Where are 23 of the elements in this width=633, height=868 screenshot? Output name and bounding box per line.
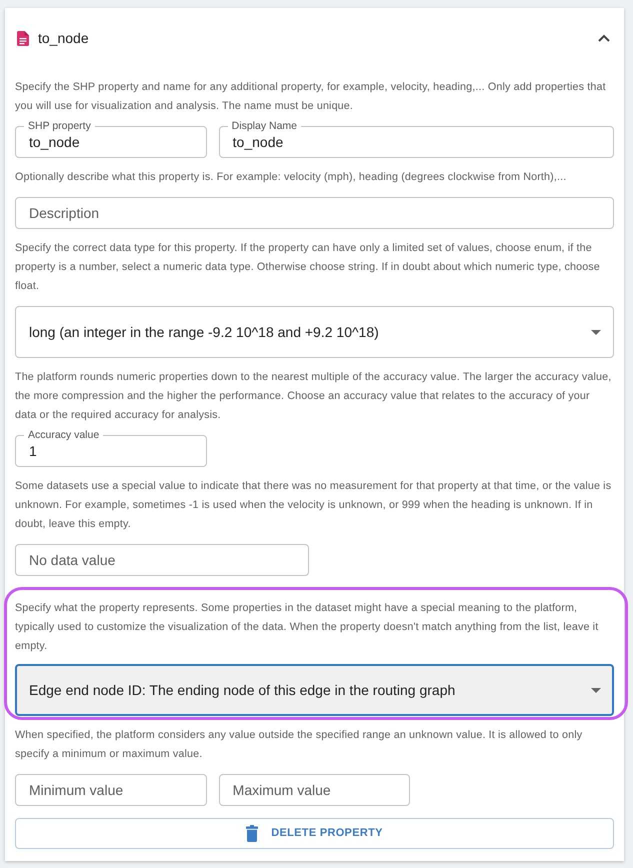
select-field[interactable]: Edge end node ID: The ending node of this edge in the routing graph <box>15 664 614 716</box>
help-text: When specified, the platform considers any value outside the specified range an unknown value. It is allowed to only specify a minimum or maximum value. <box>15 728 584 762</box>
help-text: Specify what the property represents. Some properties in the dataset might have a special meaning to the platform, typically used to customize the visualization of the data. When the property doesn't match anything from the list, leave it empty. <box>15 601 600 654</box>
help-text: Specify the correct data type for this property. If the property can have only a limited set of values, choose enum, if the property is a number, select a numeric data type. Otherwise choose string. If in doubt about which numeric type, choose float. <box>15 241 601 294</box>
help-text: Optionally describe what this property is. For example: velocity (mph), heading (degrees clockwise from North),... <box>15 170 568 185</box>
document-icon <box>17 30 29 46</box>
chevron-up-icon[interactable] <box>598 34 610 42</box>
text-input-field[interactable]: No data value <box>15 544 308 576</box>
text-input-field[interactable]: Minimum value <box>15 774 207 806</box>
select-field[interactable]: long (an integer in the range -9.2 10^18 and +9.2 10^18) <box>15 306 614 358</box>
caret-down-icon <box>591 688 601 692</box>
text-input-field[interactable]: Display Name to_node <box>218 121 614 158</box>
text-input-field[interactable]: Maximum value <box>218 774 410 806</box>
delete-property-button[interactable]: DELETE PROPERTY <box>15 818 614 849</box>
caret-down-icon <box>591 330 601 334</box>
help-text: The platform rounds numeric properties down to the nearest multiple of the accuracy value. The larger the accuracy value, the more compression and the higher the performance. Choose an accuracy value that relates to the accuracy of your data or the required accuracy for analysis. <box>15 370 612 423</box>
help-text: Some datasets use a special value to indicate that there was no measurement for that property at that time, or the value is unknown. For example, sometimes -1 is used when the velocity is unknown, or 999 when the heading is unknown. If in doubt, leave this empty. <box>15 479 612 532</box>
text-input-field[interactable]: Accuracy value 1 <box>15 430 207 467</box>
panel-title: to_node <box>38 28 90 48</box>
text-input-field[interactable]: SHP property to_node <box>15 121 207 158</box>
help-text: Specify the SHP property and name for any additional property, for example, velocity, heading,... Only add properties that you will use for visualization and analysis. The name must be unique. <box>15 80 607 114</box>
text-input-field[interactable]: Description <box>15 197 614 229</box>
trash-icon <box>246 825 258 842</box>
